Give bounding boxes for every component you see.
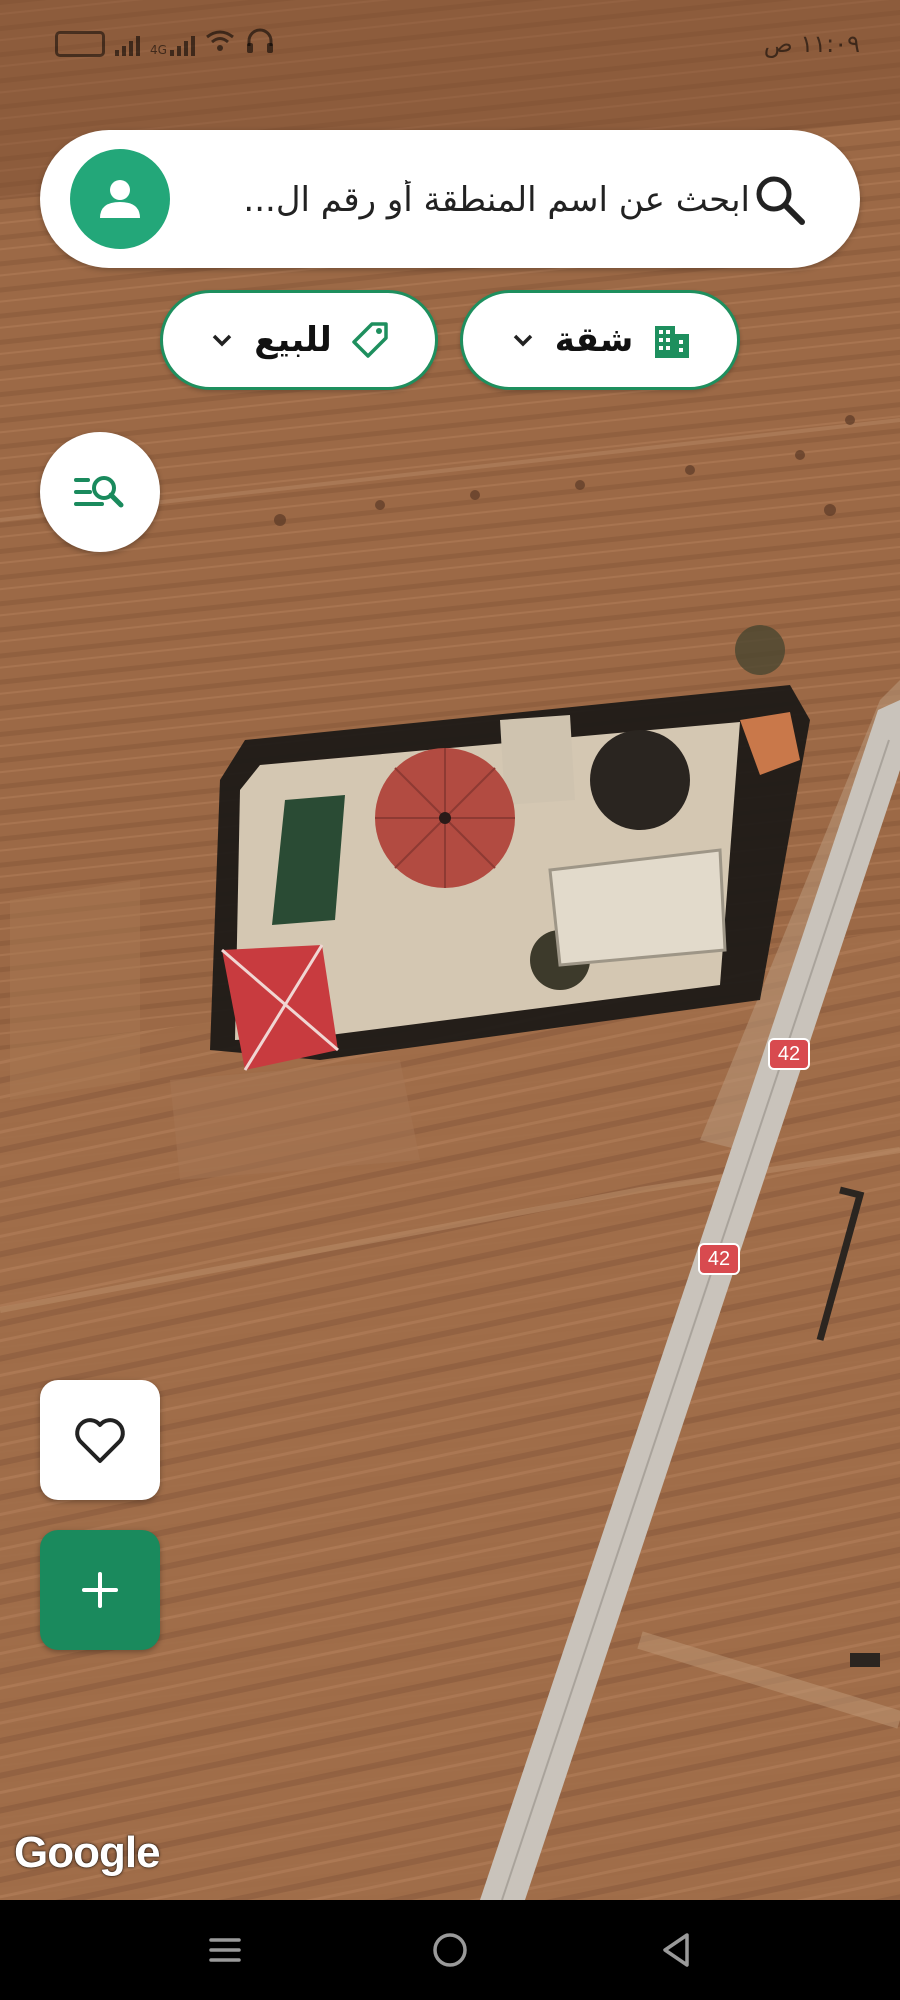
headphones-icon <box>245 28 275 60</box>
property-type-label: شقة <box>554 320 634 360</box>
user-icon <box>100 180 140 218</box>
signal-icon <box>115 32 140 56</box>
list-search-icon <box>74 476 124 508</box>
status-bar: 4G ١١:٠٩ ص <box>0 0 900 90</box>
road-shield: 42 <box>768 1038 810 1070</box>
building-icon <box>655 326 690 358</box>
favorites-button[interactable] <box>40 1380 160 1500</box>
search-bar[interactable] <box>40 130 860 268</box>
recent-apps-button[interactable] <box>195 1920 255 1980</box>
status-icons: 4G <box>55 28 275 60</box>
listing-type-label: للبيع <box>254 320 332 360</box>
back-button[interactable] <box>645 1920 705 1980</box>
search-icon[interactable] <box>750 170 810 230</box>
back-icon <box>663 1933 689 1967</box>
google-attribution: Google <box>14 1828 161 1877</box>
plus-icon <box>82 1572 118 1608</box>
chevron-down-icon <box>513 334 532 347</box>
app-screen: 4G ١١:٠٩ ص ابحث عن اسم المنطقة أو رقم ال… <box>0 0 900 2000</box>
battery-icon <box>55 31 105 57</box>
tag-icon <box>352 322 388 358</box>
heart-icon <box>75 1418 125 1463</box>
network-label: 4G <box>150 43 167 57</box>
home-icon <box>433 1933 467 1967</box>
wifi-icon <box>205 29 235 59</box>
profile-avatar-button[interactable] <box>70 149 170 249</box>
property-type-filter[interactable]: شقة <box>460 290 740 390</box>
signal-4g-icon: 4G <box>150 32 195 56</box>
add-listing-button[interactable] <box>40 1530 160 1650</box>
status-time: ١١:٠٩ ص <box>763 30 860 58</box>
chevron-down-icon <box>212 334 232 347</box>
menu-icon <box>209 1938 241 1962</box>
road-shield: 42 <box>698 1243 740 1275</box>
listing-type-filter[interactable]: للبيع <box>160 290 438 390</box>
search-input[interactable] <box>220 165 750 235</box>
list-search-button[interactable] <box>40 432 160 552</box>
home-button[interactable] <box>420 1920 480 1980</box>
system-navigation-bar <box>0 1900 900 2000</box>
